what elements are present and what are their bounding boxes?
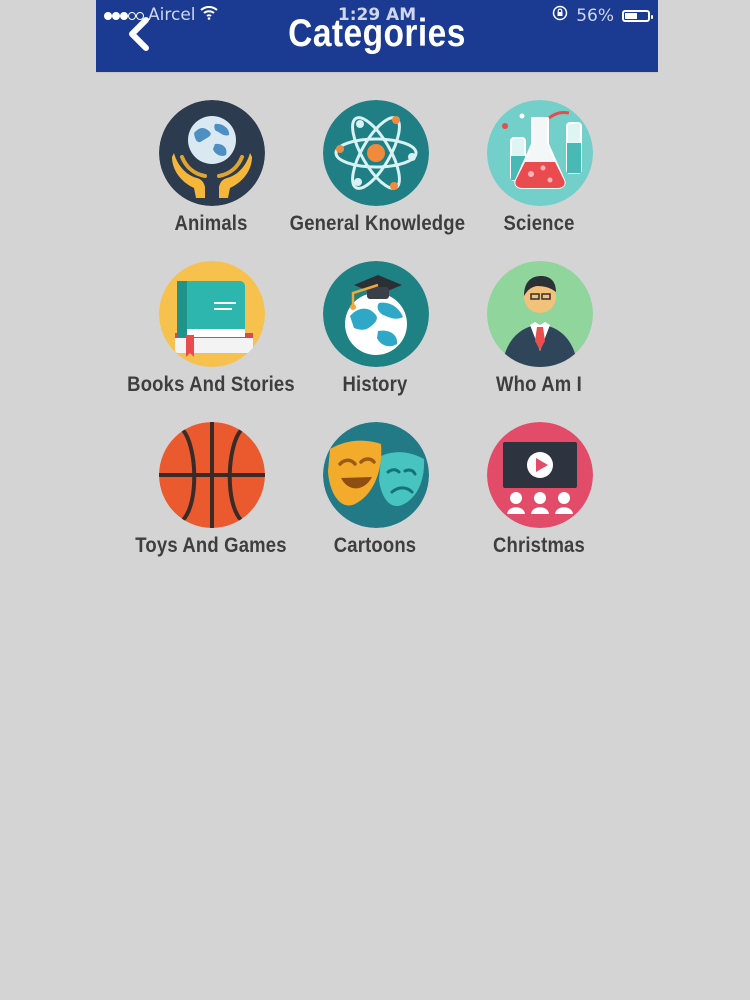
category-grid: Animals General Knowledge Science Books …: [127, 100, 621, 583]
category-toys-and-games[interactable]: Toys And Games: [129, 422, 293, 583]
category-general-knowledge[interactable]: General Knowledge: [290, 100, 465, 261]
category-christmas[interactable]: Christmas: [457, 422, 621, 583]
category-label: General Knowledge: [289, 212, 466, 235]
category-cartoons[interactable]: Cartoons: [293, 422, 457, 583]
app-screen: Aircel 1:29 AM 56% Categories Animals Ge…: [0, 0, 750, 1000]
battery-icon: [622, 9, 653, 22]
category-label: Books And Stories: [127, 373, 295, 396]
basketball-icon: [159, 422, 265, 528]
category-label: Animals: [174, 212, 248, 235]
category-label: History: [342, 373, 408, 396]
battery-fill: [625, 12, 638, 19]
page-title: Categories: [288, 12, 466, 55]
books-icon: [159, 261, 265, 367]
top-header: Aircel 1:29 AM 56% Categories: [96, 0, 658, 73]
atom-icon: [323, 100, 429, 206]
category-label: Cartoons: [333, 534, 417, 557]
theater-masks-icon: [323, 422, 429, 528]
cinema-screen-icon: [487, 422, 593, 528]
category-label: Christmas: [493, 534, 585, 557]
category-who-am-i[interactable]: Who Am I: [457, 261, 621, 422]
category-science[interactable]: Science: [457, 100, 621, 261]
category-animals[interactable]: Animals: [129, 100, 293, 261]
lab-flasks-icon: [487, 100, 593, 206]
category-history[interactable]: History: [293, 261, 457, 422]
graduation-globe-icon: [323, 261, 429, 367]
earth-in-hands-icon: [159, 100, 265, 206]
person-silhouette-icon: [487, 261, 593, 367]
category-label: Science: [503, 212, 575, 235]
category-books-and-stories[interactable]: Books And Stories: [127, 261, 295, 422]
category-label: Who Am I: [496, 373, 582, 396]
category-label: Toys And Games: [135, 534, 287, 557]
